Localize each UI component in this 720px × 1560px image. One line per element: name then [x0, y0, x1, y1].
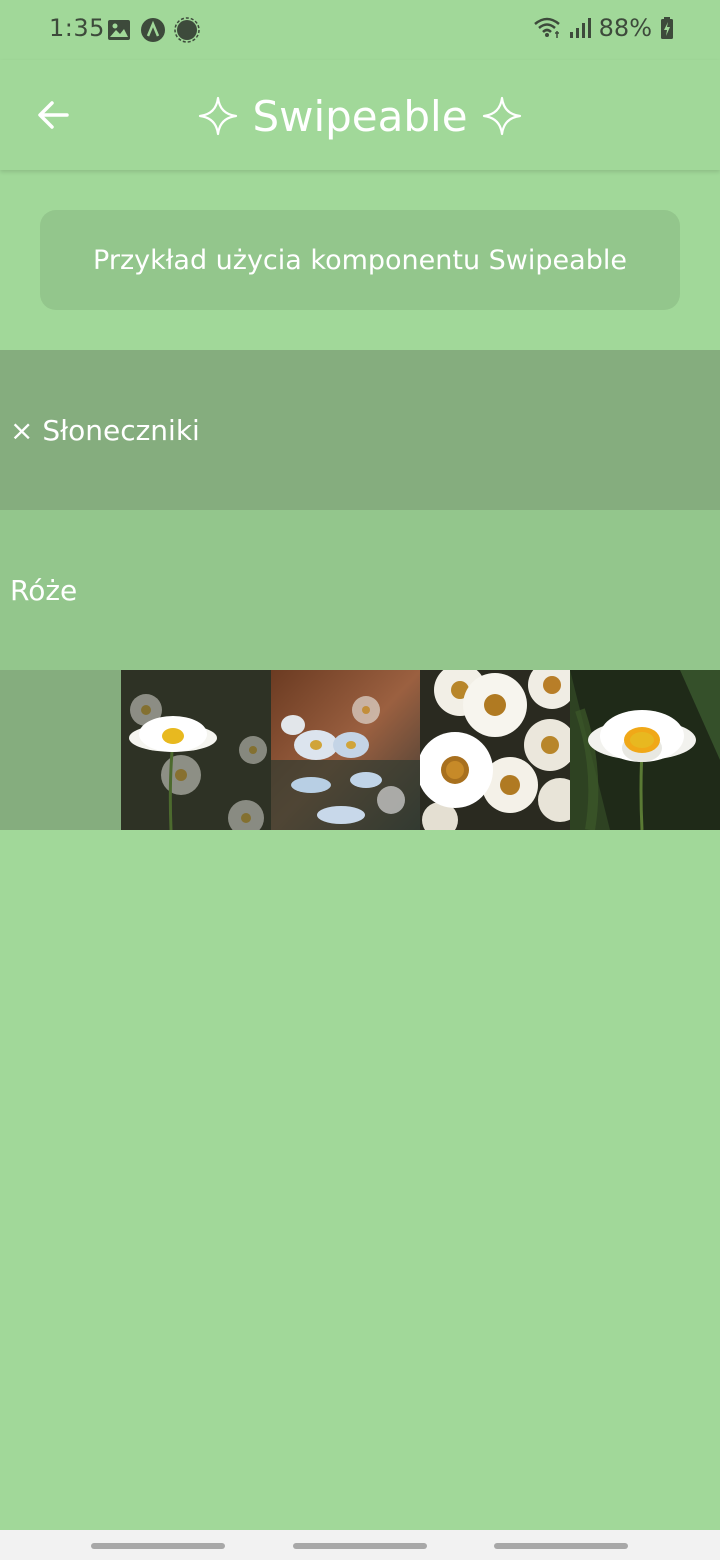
app-a-icon — [141, 18, 165, 42]
info-text: Przykład użycia komponentu Swipeable — [93, 244, 627, 276]
status-notification-icons — [106, 17, 200, 43]
info-box: Przykład użycia komponentu Swipeable — [40, 210, 680, 310]
daisy-photo-2 — [270, 670, 421, 830]
gallery-swipe-area — [0, 670, 121, 830]
swipeable-row-roses[interactable]: Róże — [0, 510, 720, 670]
row-label: Róże — [10, 573, 78, 607]
wifi-icon — [533, 17, 560, 38]
app-title-wrap: Swipeable — [0, 88, 720, 144]
page-title: Swipeable — [252, 91, 468, 141]
sparkle-icon — [199, 96, 238, 136]
cell-signal-icon — [569, 18, 591, 38]
signal-messenger-icon — [174, 17, 200, 43]
battery-percent: 88% — [598, 14, 652, 42]
daisy-photo-4 — [570, 670, 720, 830]
swipeable-row-gallery[interactable] — [0, 670, 720, 830]
nav-home-handle[interactable] — [293, 1543, 427, 1549]
status-bar: 1:35 88% — [0, 0, 720, 60]
daisy-photo-1 — [120, 670, 271, 830]
app-bar: Swipeable — [0, 60, 720, 170]
status-system-icons: 88% — [533, 14, 674, 42]
system-nav-bar — [0, 1530, 720, 1560]
sparkle-icon — [482, 96, 521, 136]
swipeable-row-sunflowers[interactable]: × Słoneczniki — [0, 350, 720, 510]
daisy-photo-3 — [420, 670, 571, 830]
image-icon — [108, 20, 130, 40]
nav-back-handle[interactable] — [494, 1543, 628, 1549]
nav-recents-handle[interactable] — [91, 1543, 225, 1549]
status-time: 1:35 — [49, 14, 105, 42]
battery-charging-icon — [661, 17, 673, 39]
row-label: × Słoneczniki — [10, 413, 200, 447]
